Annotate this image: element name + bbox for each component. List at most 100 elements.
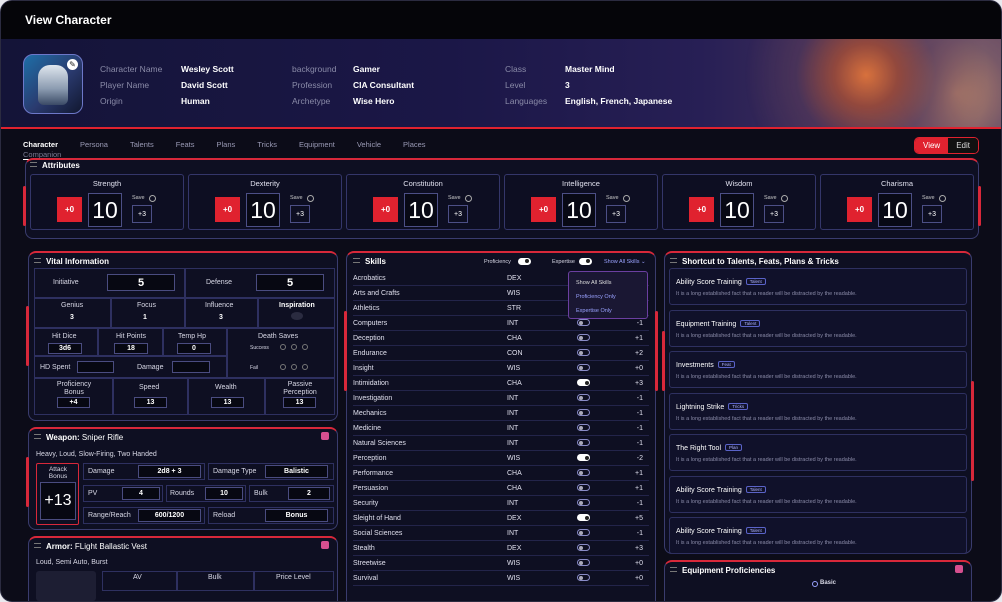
- hd-spent-input[interactable]: [77, 361, 114, 373]
- temp-hp-value[interactable]: 0: [177, 343, 211, 354]
- inspiration-icon[interactable]: [291, 312, 303, 320]
- tab-equipment[interactable]: Equipment: [299, 140, 335, 160]
- damage-input[interactable]: [172, 361, 210, 373]
- damage-type-value[interactable]: Balistic: [265, 465, 328, 478]
- skill-row[interactable]: Stealth DEX +3: [353, 541, 649, 556]
- skill-proficiency-toggle[interactable]: [577, 514, 590, 521]
- skill-row[interactable]: Endurance CON +2: [353, 346, 649, 361]
- skill-row[interactable]: Social Sciences INT -1: [353, 526, 649, 541]
- skill-proficiency-toggle[interactable]: [577, 484, 590, 491]
- skill-row[interactable]: Medicine INT -1: [353, 421, 649, 436]
- skill-proficiency-toggle[interactable]: [577, 424, 590, 431]
- save-radio[interactable]: [149, 195, 156, 202]
- skill-row[interactable]: Survival WIS +0: [353, 571, 649, 586]
- skill-proficiency-toggle[interactable]: [577, 334, 590, 341]
- tab-talents[interactable]: Talents: [130, 140, 154, 160]
- attribute-score[interactable]: 10: [88, 193, 122, 227]
- success-check-2[interactable]: [291, 344, 297, 350]
- skill-proficiency-toggle[interactable]: [577, 574, 590, 581]
- passive-value[interactable]: 13: [283, 397, 316, 408]
- dropdown-option-expertise[interactable]: Expertise Only: [576, 308, 612, 314]
- skill-proficiency-toggle[interactable]: [577, 469, 590, 476]
- skill-row[interactable]: Intimidation CHA +3: [353, 376, 649, 391]
- weapon-damage-value[interactable]: 2d8 + 3: [138, 465, 201, 478]
- drag-handle-icon[interactable]: [34, 258, 41, 263]
- skill-proficiency-toggle[interactable]: [577, 394, 590, 401]
- range-value[interactable]: 600/1200: [138, 509, 201, 522]
- drag-handle-icon[interactable]: [34, 434, 41, 439]
- dropdown-option-all[interactable]: Show All Skills: [576, 280, 611, 286]
- drag-handle-icon[interactable]: [30, 162, 37, 167]
- save-radio[interactable]: [465, 195, 472, 202]
- pv-value[interactable]: 4: [122, 487, 160, 500]
- skill-proficiency-toggle[interactable]: [577, 454, 590, 461]
- skill-row[interactable]: Deception CHA +1: [353, 331, 649, 346]
- skill-row[interactable]: Persuasion CHA +1: [353, 481, 649, 496]
- shortcut-card[interactable]: Investments Feat It is a long established …: [669, 351, 967, 388]
- skill-row[interactable]: Investigation INT -1: [353, 391, 649, 406]
- expertise-toggle[interactable]: [579, 258, 592, 265]
- avatar[interactable]: ✎: [23, 54, 83, 114]
- initiative-value[interactable]: 5: [107, 274, 175, 291]
- attack-bonus-value[interactable]: +13: [40, 482, 76, 520]
- tab-places[interactable]: Places: [403, 140, 426, 160]
- skill-proficiency-toggle[interactable]: [577, 409, 590, 416]
- skill-proficiency-toggle[interactable]: [577, 544, 590, 551]
- delete-weapon-icon[interactable]: [321, 432, 329, 440]
- shortcut-card[interactable]: Equipment Training Talent It is a long est…: [669, 309, 967, 347]
- skill-row[interactable]: Mechanics INT -1: [353, 406, 649, 421]
- skill-proficiency-toggle[interactable]: [577, 379, 590, 386]
- edit-button[interactable]: Edit: [948, 138, 978, 153]
- tab-plans[interactable]: Plans: [217, 140, 236, 160]
- drag-handle-icon[interactable]: [34, 543, 41, 548]
- wealth-value[interactable]: 13: [211, 397, 244, 408]
- save-radio[interactable]: [939, 195, 946, 202]
- shortcut-card[interactable]: The Right Tool Plan It is a long establish…: [669, 434, 967, 471]
- shortcut-card[interactable]: Lightning Strike Tricks It is a long estab…: [669, 392, 967, 430]
- drag-handle-icon[interactable]: [670, 258, 677, 263]
- hit-dice-value[interactable]: 3d6: [48, 343, 82, 354]
- attribute-score[interactable]: 10: [404, 193, 438, 227]
- speed-value[interactable]: 13: [134, 397, 167, 408]
- skill-proficiency-toggle[interactable]: [577, 529, 590, 536]
- success-check-3[interactable]: [302, 344, 308, 350]
- dropdown-option-proficiency[interactable]: Proficiency Only: [576, 294, 616, 300]
- rounds-value[interactable]: 10: [205, 487, 243, 500]
- save-radio[interactable]: [307, 195, 314, 202]
- save-radio[interactable]: [623, 195, 630, 202]
- success-check-1[interactable]: [280, 344, 286, 350]
- hit-points-value[interactable]: 18: [114, 343, 148, 354]
- skill-proficiency-toggle[interactable]: [577, 349, 590, 356]
- skill-filter-select[interactable]: Show All Skills ⌄: [604, 259, 646, 265]
- edit-avatar-icon[interactable]: ✎: [67, 59, 78, 70]
- skill-row[interactable]: Sleight of Hand DEX +5: [353, 511, 649, 526]
- delete-armor-icon[interactable]: [321, 541, 329, 549]
- skill-row[interactable]: Streetwise WIS +0: [353, 556, 649, 571]
- skill-proficiency-toggle[interactable]: [577, 499, 590, 506]
- save-radio[interactable]: [781, 195, 788, 202]
- equipment-proficiencies-icon[interactable]: [955, 565, 963, 573]
- skill-proficiency-toggle[interactable]: [577, 559, 590, 566]
- skill-proficiency-toggle[interactable]: [577, 439, 590, 446]
- view-button[interactable]: View: [915, 138, 949, 153]
- attribute-score[interactable]: 10: [878, 193, 912, 227]
- tab-tricks[interactable]: Tricks: [257, 140, 277, 160]
- basic-radio[interactable]: [812, 581, 818, 587]
- skill-row[interactable]: Perception WIS -2: [353, 451, 649, 466]
- skill-row[interactable]: Performance CHA +1: [353, 466, 649, 481]
- attribute-score[interactable]: 10: [720, 193, 754, 227]
- prof-bonus-value[interactable]: +4: [57, 397, 90, 408]
- skill-row[interactable]: Insight WIS +0: [353, 361, 649, 376]
- fail-check-3[interactable]: [302, 364, 308, 370]
- attribute-score[interactable]: 10: [562, 193, 596, 227]
- skill-proficiency-toggle[interactable]: [577, 319, 590, 326]
- tab-persona[interactable]: Persona: [80, 140, 108, 160]
- drag-handle-icon[interactable]: [670, 567, 677, 572]
- attribute-score[interactable]: 10: [246, 193, 280, 227]
- fail-check-1[interactable]: [280, 364, 286, 370]
- reload-value[interactable]: Bonus: [265, 509, 328, 522]
- proficiency-toggle[interactable]: [518, 258, 531, 265]
- drag-handle-icon[interactable]: [353, 258, 360, 263]
- weapon-bulk-value[interactable]: 2: [288, 487, 330, 500]
- defense-value[interactable]: 5: [256, 274, 324, 291]
